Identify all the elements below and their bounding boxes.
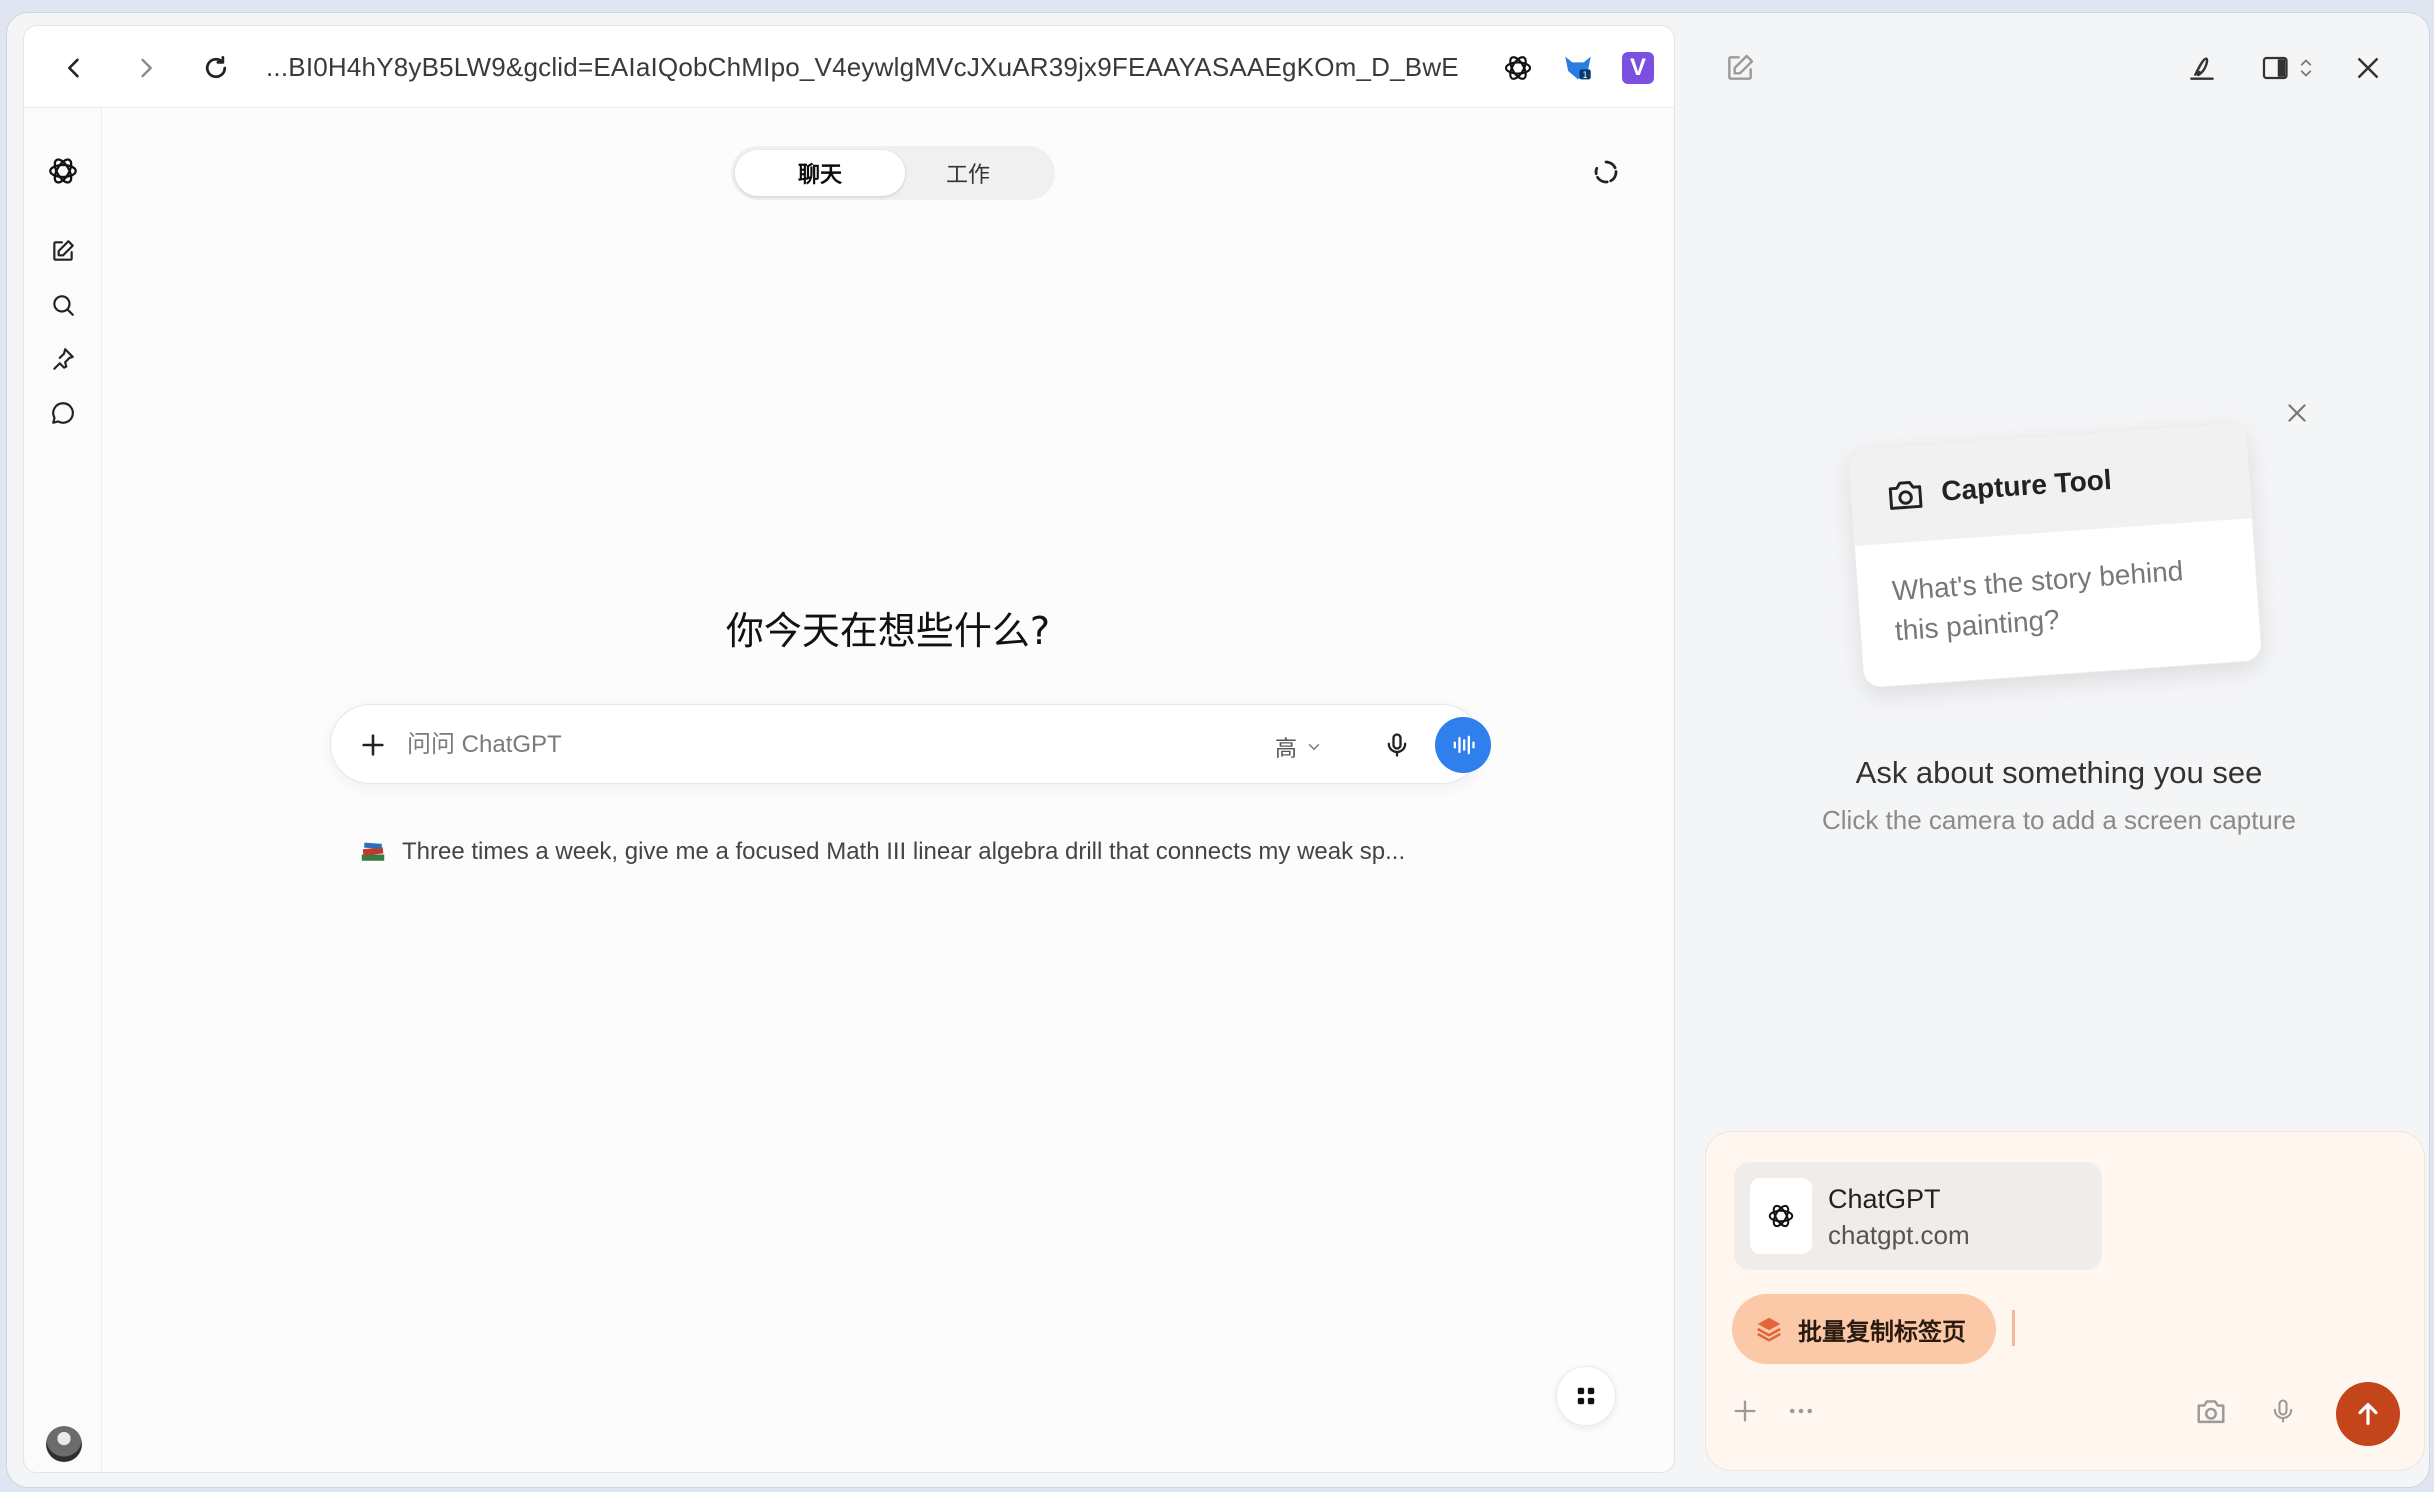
close-icon [2358, 58, 2378, 78]
edit-icon [1728, 54, 1754, 80]
close-icon [2288, 404, 2306, 422]
browser-pane: ...BI0H4hY8yB5LW9&gclid=EAIaIQobChMIpo_V… [23, 25, 1675, 1473]
more-horizontal-icon [1790, 1408, 1812, 1414]
waveform-icon [1453, 735, 1475, 755]
chats-button[interactable] [44, 394, 82, 432]
pen-signature-icon [2190, 57, 2214, 80]
capture-card-title: Capture Tool [1940, 463, 2113, 507]
send-button[interactable] [2336, 1382, 2400, 1446]
capture-card-body: Capture Tool What's the story behind thi… [1847, 421, 2263, 689]
openai-logo-icon [1768, 1204, 1794, 1228]
plus-icon [1734, 1400, 1756, 1422]
new-note-button[interactable] [1719, 47, 1761, 89]
mode-toggle: 聊天 工作 [731, 146, 1055, 200]
address-bar[interactable]: ...BI0H4hY8yB5LW9&gclid=EAIaIQobChMIpo_V… [266, 52, 1486, 86]
signature-button[interactable] [2181, 47, 2223, 89]
capture-tool-card: Capture Tool What's the story behind thi… [1847, 421, 2263, 689]
capture-card-prompt: What's the story behind this painting? [1891, 555, 2185, 647]
suggestion-item[interactable]: Three times a week, give me a focused Ma… [358, 832, 1458, 872]
forward-button[interactable] [124, 46, 168, 90]
panel-layout-button[interactable] [2253, 47, 2323, 89]
reload-icon [205, 56, 227, 79]
search-chats-button[interactable] [44, 286, 82, 324]
app-window: ...BI0H4hY8yB5LW9&gclid=EAIaIQobChMIpo_V… [6, 12, 2430, 1488]
quality-select[interactable]: 高 [1275, 731, 1323, 763]
chip-label: 批量复制标签页 [1798, 1318, 1966, 1346]
site-url: chatgpt.com [1828, 1220, 1970, 1250]
chevron-right-icon [141, 58, 152, 78]
pinned-button[interactable] [44, 340, 82, 378]
microphone-button[interactable] [2262, 1390, 2304, 1432]
search-icon [53, 295, 74, 316]
temporary-chat-button[interactable] [1586, 152, 1626, 192]
edit-icon [53, 240, 74, 261]
add-button[interactable] [1724, 1390, 1766, 1432]
more-options-button[interactable] [1780, 1390, 1822, 1432]
chevron-left-icon [68, 58, 79, 78]
site-logo [1750, 1178, 1812, 1254]
v-extension-icon: V [1622, 52, 1654, 84]
fox-extension-button[interactable]: 1 [1558, 48, 1598, 88]
microphone-icon [2273, 1399, 2293, 1423]
v-extension-button[interactable]: V [1618, 48, 1658, 88]
camera-icon [1888, 481, 1923, 510]
text-cursor [2012, 1310, 2015, 1346]
avatar[interactable] [46, 1426, 82, 1462]
pin-icon [53, 348, 74, 370]
voice-mode-button[interactable] [1435, 717, 1491, 773]
context-site-card[interactable]: ChatGPT chatgpt.com [1734, 1162, 2102, 1270]
tab-work[interactable]: 工作 [883, 150, 1053, 196]
layers-icon [1757, 1317, 1781, 1342]
assistant-composer: ChatGPT chatgpt.com 批量复制标签页 [1705, 1131, 2425, 1471]
apps-grid-button[interactable] [1556, 1366, 1616, 1426]
ask-title: Ask about something you see [1855, 755, 2263, 790]
svg-text:1: 1 [1582, 71, 1587, 81]
side-panel: Capture Tool What's the story behind thi… [1687, 25, 2429, 1473]
grid-icon [1577, 1387, 1595, 1405]
books-icon [361, 842, 385, 861]
sidebar-layout-icon [2262, 56, 2288, 80]
quality-label: 高 [1275, 736, 1298, 761]
dashed-circle-icon [1594, 160, 1618, 184]
microphone-icon [1387, 733, 1407, 757]
chatgpt-extension-button[interactable] [1498, 48, 1538, 88]
chat-bubble-icon [52, 402, 74, 424]
ask-subtitle: Click the camera to add a screen capture [1821, 805, 2297, 835]
openai-logo-icon [1504, 56, 1532, 80]
close-panel-button[interactable] [2347, 47, 2389, 89]
chat-sidebar [24, 108, 102, 1472]
page-title: 你今天在想些什么? [725, 609, 1051, 653]
dismiss-capture-tip-button[interactable] [2277, 393, 2317, 433]
tab-chat[interactable]: 聊天 [735, 150, 905, 196]
chevron-down-icon [1308, 744, 1320, 751]
fox-extension-icon: 1 [1565, 56, 1591, 81]
chat-input[interactable] [407, 723, 1107, 767]
reload-button[interactable] [194, 46, 238, 90]
home-logo-button[interactable] [44, 152, 82, 190]
dictate-button[interactable] [1377, 725, 1417, 765]
arrow-up-icon [2358, 1403, 2378, 1425]
batch-copy-tabs-chip[interactable]: 批量复制标签页 [1732, 1294, 1996, 1364]
back-button[interactable] [52, 46, 96, 90]
camera-icon [2197, 1400, 2225, 1424]
chevron-updown-icon [2300, 59, 2312, 77]
site-name: ChatGPT [1828, 1184, 1941, 1214]
browser-toolbar: ...BI0H4hY8yB5LW9&gclid=EAIaIQobChMIpo_V… [24, 26, 1674, 108]
new-chat-button[interactable] [44, 232, 82, 270]
openai-logo-icon [49, 158, 77, 184]
suggestion-text: Three times a week, give me a focused Ma… [402, 838, 1406, 865]
screen-capture-button[interactable] [2190, 1390, 2232, 1432]
plus-icon [362, 734, 384, 756]
attach-button[interactable] [353, 725, 393, 765]
chat-main: 聊天 工作 你今天在想些什么? 高 [102, 108, 1674, 1472]
composer: 高 [330, 704, 1491, 784]
